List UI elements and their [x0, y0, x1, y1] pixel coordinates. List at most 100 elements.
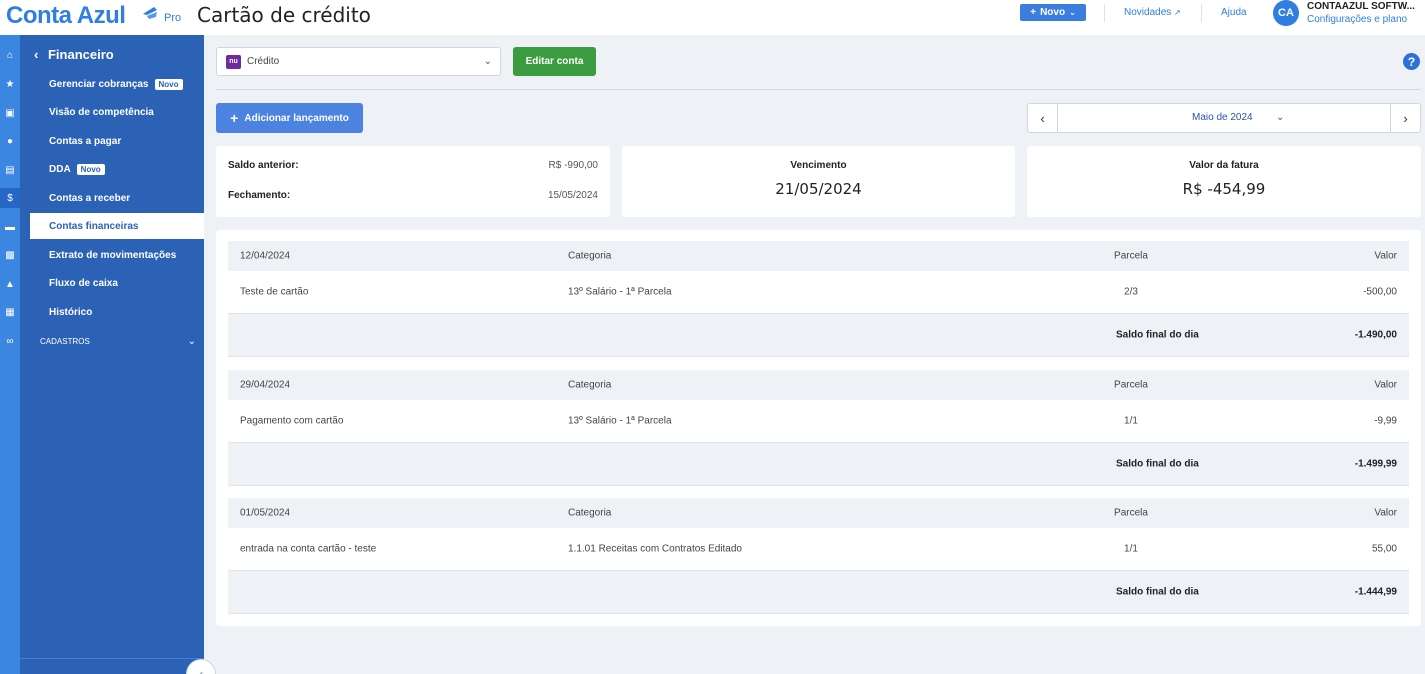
sidebar-footer: [20, 658, 204, 674]
row-category: 13º Salário - 1ª Parcela: [568, 286, 672, 298]
sidebar-item-visao-competencia[interactable]: Visão de competência: [30, 99, 204, 125]
table-row[interactable]: Teste de cartão 13º Salário - 1ª Parcela…: [228, 271, 1409, 314]
sidebar-item-contas-financeiras[interactable]: Contas financeiras: [30, 213, 204, 239]
dollar-icon[interactable]: $: [0, 188, 20, 208]
fatura-value: R$ -454,99: [1182, 180, 1266, 198]
sidebar-item-label: Gerenciar cobranças: [49, 78, 149, 90]
sidebar-item-extrato[interactable]: Extrato de movimentações: [30, 242, 204, 268]
logo[interactable]: Conta Azul: [6, 2, 126, 30]
table-row[interactable]: Pagamento com cartão 13º Salário - 1ª Pa…: [228, 400, 1409, 443]
row-installment: 2/3: [1124, 286, 1138, 298]
help-link[interactable]: Ajuda: [1221, 7, 1247, 18]
column-header-valor: Valor: [1374, 250, 1397, 262]
row-category: 1.1.01 Receitas com Contratos Editado: [568, 543, 742, 555]
chevron-right-icon: ›: [1403, 110, 1408, 126]
bank-logo-icon: nu: [226, 54, 241, 69]
account-select-value: Crédito: [247, 56, 280, 67]
sidebar-item-gerenciar-cobrancas[interactable]: Gerenciar cobranças Novo: [30, 71, 204, 97]
novidades-link[interactable]: Novidades ↗: [1124, 7, 1181, 18]
sidebar-item-label: Contas a pagar: [49, 135, 122, 147]
settings-link[interactable]: Configurações e plano: [1307, 14, 1407, 25]
table-daily-total: Saldo final do dia -1.499,99: [228, 443, 1409, 486]
group-date: 01/05/2024: [240, 507, 291, 519]
document-icon[interactable]: ▤: [0, 160, 20, 180]
new-badge: Novo: [76, 163, 105, 175]
home-icon[interactable]: ⌂: [0, 45, 20, 65]
add-entry-label: Adicionar lançamento: [244, 112, 349, 124]
column-header-categoria: Categoria: [568, 507, 612, 519]
sidebar-item-label: Extrato de movimentações: [49, 249, 177, 261]
chevron-down-icon: ⌄: [483, 56, 492, 67]
row-installment: 1/1: [1124, 543, 1138, 555]
plus-icon: +: [230, 110, 239, 126]
sidebar-item-fluxo-caixa[interactable]: Fluxo de caixa: [30, 270, 204, 296]
month-navigator: ‹ Maio de 2024 ⌄ ›: [1027, 103, 1421, 133]
sidebar-item-label: Histórico: [49, 306, 93, 318]
top-bar: Conta Azul Pro Cartão de crédito + Novo …: [0, 0, 1425, 35]
balance-card: Saldo anterior: R$ -990,00 Fechamento: 1…: [216, 146, 610, 217]
plan-badge: Pro: [164, 12, 182, 24]
add-entry-button[interactable]: + Adicionar lançamento: [216, 103, 363, 133]
row-value: 55,00: [1371, 543, 1397, 555]
sidebar-back[interactable]: ‹ Financeiro: [34, 47, 114, 62]
section-label: CADASTROS: [40, 337, 90, 346]
row-value: -500,00: [1363, 286, 1397, 298]
divider: [1201, 4, 1202, 22]
chevron-left-icon: ‹: [1040, 110, 1045, 126]
fatura-label: Valor da fatura: [1189, 160, 1259, 171]
row-description: Pagamento com cartão: [240, 415, 344, 427]
basket-icon[interactable]: ▣: [0, 103, 20, 123]
sidebar-item-dda[interactable]: DDA Novo: [30, 156, 204, 182]
next-month-button[interactable]: ›: [1390, 104, 1420, 132]
edit-account-button[interactable]: Editar conta: [513, 47, 596, 76]
chart-icon[interactable]: ▲: [0, 274, 20, 294]
sidebar-item-label: Fluxo de caixa: [49, 277, 118, 289]
table-daily-total: Saldo final do dia -1.490,00: [228, 314, 1409, 357]
column-header-valor: Valor: [1374, 379, 1397, 391]
sidebar-section-cadastros[interactable]: CADASTROS ⌄: [40, 336, 196, 347]
table-daily-total: Saldo final do dia -1.444,99: [228, 571, 1409, 614]
sidebar-item-label: Contas financeiras: [49, 220, 139, 232]
group-date: 29/04/2024: [240, 379, 291, 391]
avatar[interactable]: CA: [1273, 0, 1299, 26]
fechamento-value: 15/05/2024: [547, 190, 598, 201]
chevron-down-icon: ⌄: [187, 336, 196, 347]
month-selector[interactable]: Maio de 2024: [1192, 112, 1253, 123]
transactions-table: 12/04/2024 Categoria Parcela Valor Teste…: [216, 230, 1421, 626]
money-icon[interactable]: ▬: [0, 217, 20, 237]
sidebar-title: Financeiro: [47, 47, 114, 62]
new-button-label: Novo: [1040, 7, 1066, 18]
daily-total-value: -1.444,99: [1354, 586, 1397, 598]
sidebar-item-contas-pagar[interactable]: Contas a pagar: [30, 128, 204, 154]
company-name[interactable]: CONTAAZUL SOFTW...: [1307, 1, 1415, 12]
factory-icon[interactable]: ▩: [0, 245, 20, 265]
chevron-left-icon: ‹: [34, 47, 39, 62]
column-header-categoria: Categoria: [568, 379, 612, 391]
previous-month-button[interactable]: ‹: [1028, 104, 1058, 132]
help-icon[interactable]: ?: [1403, 53, 1420, 70]
external-link-icon: ↗: [1174, 8, 1181, 17]
sidebar: ‹ Financeiro Gerenciar cobranças Novo Vi…: [20, 35, 216, 674]
daily-total-value: -1.490,00: [1354, 329, 1397, 341]
row-description: entrada na conta cartão - teste: [240, 543, 377, 555]
table-group-header: 12/04/2024 Categoria Parcela Valor: [228, 241, 1409, 271]
chevron-down-icon[interactable]: ⌄: [1276, 112, 1284, 123]
clipboard-icon[interactable]: ▦: [0, 302, 20, 322]
table-group-header: 29/04/2024 Categoria Parcela Valor: [228, 370, 1409, 400]
handshake-icon[interactable]: ●: [0, 131, 20, 151]
column-header-parcela: Parcela: [1114, 250, 1148, 262]
logo-mark-icon: [143, 7, 157, 19]
icon-rail: ⌂ ★ ▣ ● ▤ $ ▬ ▩ ▲ ▦ ∞: [0, 35, 20, 674]
sidebar-item-contas-receber[interactable]: Contas a receber: [30, 185, 204, 211]
vencimento-label: Vencimento: [790, 160, 847, 171]
daily-total-label: Saldo final do dia: [1116, 329, 1199, 341]
row-installment: 1/1: [1124, 415, 1138, 427]
divider: [1104, 4, 1105, 22]
star-icon[interactable]: ★: [0, 74, 20, 94]
column-header-valor: Valor: [1374, 507, 1397, 519]
table-row[interactable]: entrada na conta cartão - teste 1.1.01 R…: [228, 528, 1409, 571]
link-icon[interactable]: ∞: [0, 331, 20, 351]
new-button[interactable]: + Novo ⌄: [1020, 4, 1086, 21]
account-select[interactable]: nu Crédito ⌄: [216, 47, 501, 76]
sidebar-item-historico[interactable]: Histórico: [30, 299, 204, 325]
